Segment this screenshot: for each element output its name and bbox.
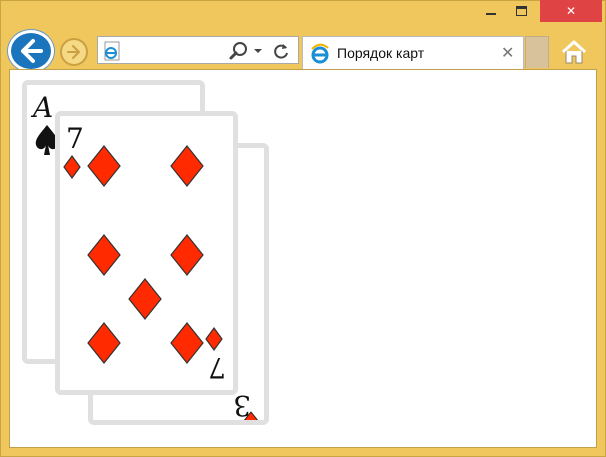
maximize-button[interactable]	[506, 0, 536, 22]
refresh-icon[interactable]	[270, 40, 292, 62]
minimize-button[interactable]	[476, 0, 506, 22]
diamond-pip-icon	[87, 322, 121, 364]
card-seven-rank-top: 7	[66, 122, 84, 155]
page-icon	[104, 41, 120, 61]
maximize-icon	[515, 6, 527, 16]
tab-active[interactable]: Порядок карт ✕	[302, 36, 524, 69]
diamond-pip-icon	[87, 145, 121, 187]
diamond-pip-icon	[170, 322, 204, 364]
diamond-index-bottom-icon	[205, 326, 223, 352]
diamond-pip-icon	[87, 234, 121, 276]
search-icon[interactable]	[228, 40, 250, 62]
address-bar[interactable]	[97, 36, 299, 64]
card-seven-rank-bottom: 7	[208, 351, 226, 384]
diamond-pip-icon	[170, 145, 204, 187]
tab-title: Порядок карт	[337, 45, 425, 61]
new-tab-button[interactable]	[525, 36, 549, 68]
diamond-pip-icon	[170, 234, 204, 276]
minimize-icon	[486, 13, 496, 15]
close-window-button[interactable]: ✕	[540, 0, 602, 22]
forward-button[interactable]	[60, 38, 88, 66]
home-icon[interactable]	[560, 38, 588, 66]
card-seven-of-diamonds: 7 7	[55, 111, 238, 395]
ie-logo-icon	[311, 43, 329, 64]
diamond-index-top-icon	[63, 154, 81, 180]
forward-arrow-icon	[67, 45, 80, 59]
chevron-down-icon[interactable]	[253, 46, 263, 56]
back-arrow-icon	[21, 39, 43, 63]
tab-close-icon[interactable]: ✕	[501, 43, 514, 63]
diamond-pip-icon	[128, 278, 162, 320]
close-icon: ✕	[565, 4, 577, 18]
title-bar: ✕	[0, 0, 606, 30]
back-button[interactable]	[8, 30, 54, 72]
card-ace-rank: A	[30, 91, 53, 124]
card-seven-of-diamonds-face: 7 7	[63, 122, 226, 384]
